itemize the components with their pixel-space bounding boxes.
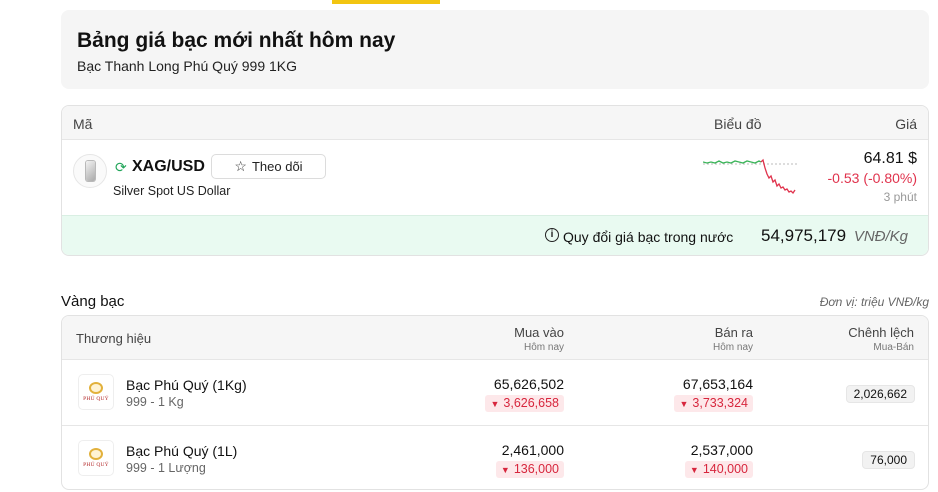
column-chart: Biểu đồ bbox=[714, 116, 762, 132]
symbol-link[interactable]: XAG/USD bbox=[132, 158, 205, 176]
follow-label: Theo dõi bbox=[251, 159, 303, 174]
current-price: 64.81 $ bbox=[863, 150, 917, 167]
silver-bar-icon bbox=[73, 154, 107, 188]
product-name: Bạc Phú Quý (1Kg) bbox=[126, 377, 247, 393]
silver-quote-card: Mã Biểu đồ Giá ⟳ XAG/USD ☆ Theo dõi Silv… bbox=[61, 105, 929, 256]
down-arrow-icon: ▼ bbox=[490, 399, 500, 409]
table-row[interactable]: PHÚ QUÝ Bạc Phú Quý (1Kg) 999 - 1 Kg 65,… bbox=[62, 360, 928, 425]
unit-note: Đơn vị: triệu VNĐ/kg bbox=[819, 295, 929, 309]
spread-badge: 2,026,662 bbox=[845, 385, 915, 403]
down-arrow-icon: ▼ bbox=[500, 465, 510, 475]
sell-change-badge: ▼ 3,733,324 bbox=[674, 395, 753, 412]
conversion-value: 54,975,179 bbox=[761, 226, 847, 245]
top-accent-bar bbox=[332, 0, 440, 4]
buy-change-badge: ▼ 136,000 bbox=[495, 461, 564, 478]
price-table: Thương hiệu Mua vào Hôm nay Bán ra Hôm n… bbox=[61, 315, 929, 490]
buy-price: 2,461,000 bbox=[501, 442, 564, 458]
conversion-label: Quy đổi giá bạc trong nước bbox=[563, 229, 734, 245]
follow-button[interactable]: ☆ Theo dõi bbox=[211, 154, 326, 179]
header-sell-sub: Hôm nay bbox=[712, 342, 753, 353]
header-sell: Bán ra bbox=[714, 325, 753, 340]
down-arrow-icon: ▼ bbox=[689, 465, 699, 475]
header-buy: Mua vào bbox=[514, 325, 564, 340]
phu-quy-logo-icon: PHÚ QUÝ bbox=[78, 374, 114, 410]
price-sparkline-chart[interactable] bbox=[703, 156, 799, 198]
page-header: Bảng giá bạc mới nhất hôm nay Bạc Thanh … bbox=[61, 10, 929, 89]
quote-header-row: Mã Biểu đồ Giá bbox=[62, 106, 928, 140]
header-diff-sub: Mua-Bán bbox=[873, 342, 914, 353]
buy-change-badge: ▼ 3,626,658 bbox=[485, 395, 564, 412]
symbol-full-name: Silver Spot US Dollar bbox=[113, 184, 231, 198]
sell-change-badge: ▼ 140,000 bbox=[684, 461, 753, 478]
down-arrow-icon: ▼ bbox=[679, 399, 689, 409]
product-name: Bạc Phú Quý (1L) bbox=[126, 443, 238, 459]
header-diff: Chênh lệch bbox=[848, 325, 914, 340]
conversion-unit: VNĐ/Kg bbox=[853, 228, 908, 245]
domestic-conversion-bar: i Quy đổi giá bạc trong nước 54,975,179 … bbox=[62, 215, 928, 255]
section-title: Vàng bạc bbox=[61, 293, 125, 310]
sell-price: 67,653,164 bbox=[682, 376, 753, 392]
table-row[interactable]: PHÚ QUÝ Bạc Phú Quý (1L) 999 - 1 Lượng 2… bbox=[62, 425, 928, 489]
star-icon: ☆ bbox=[234, 158, 247, 174]
header-brand: Thương hiệu bbox=[76, 331, 152, 346]
table-header: Thương hiệu Mua vào Hôm nay Bán ra Hôm n… bbox=[62, 316, 928, 360]
info-icon[interactable]: i bbox=[545, 228, 559, 242]
header-buy-sub: Hôm nay bbox=[523, 342, 564, 353]
page-title: Bảng giá bạc mới nhất hôm nay bbox=[77, 29, 396, 52]
column-price: Giá bbox=[895, 116, 917, 132]
buy-price: 65,626,502 bbox=[493, 376, 564, 392]
page-subtitle: Bạc Thanh Long Phú Quý 999 1KG bbox=[77, 58, 298, 74]
sell-price: 2,537,000 bbox=[690, 442, 753, 458]
phu-quy-logo-icon: PHÚ QUÝ bbox=[78, 440, 114, 476]
product-spec: 999 - 1 Lượng bbox=[126, 461, 206, 475]
column-code: Mã bbox=[73, 116, 93, 132]
last-updated: 3 phút bbox=[883, 190, 917, 204]
spread-badge: 76,000 bbox=[862, 451, 915, 469]
product-spec: 999 - 1 Kg bbox=[126, 395, 184, 409]
price-change: -0.53 (-0.80%) bbox=[827, 170, 917, 186]
live-refresh-icon: ⟳ bbox=[115, 159, 127, 175]
